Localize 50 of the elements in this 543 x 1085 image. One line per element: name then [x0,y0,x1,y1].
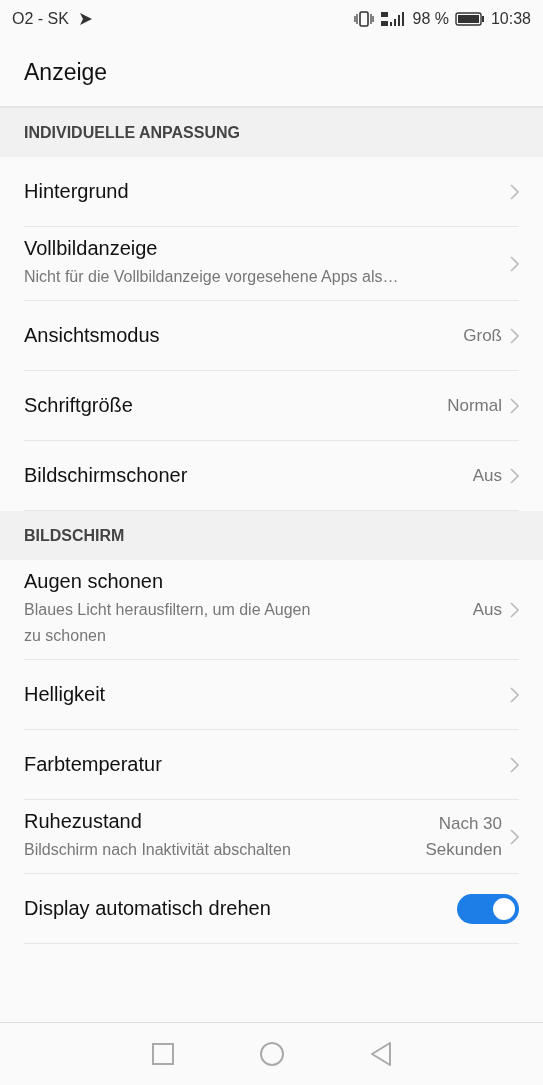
vibrate-icon [354,11,375,27]
recent-apps-icon[interactable] [151,1043,174,1065]
battery-percent: 98 % [412,10,449,28]
item-description: Blaues Licht herausfiltern, um die Augen zu schonen [24,600,312,646]
clock: 10:38 [490,10,531,28]
section-header: INDIVIDUELLE ANPASSUNG [0,108,543,157]
settings-item[interactable]: Display automatisch drehen [24,874,519,944]
item-description: Nicht für die Vollbildanzeige vorgesehene Apps als… [24,267,400,287]
toggle-switch[interactable] [457,893,519,924]
item-title: Helligkeit [24,683,107,706]
chevron-icon [510,327,519,344]
home-icon[interactable] [259,1042,284,1066]
chevron-icon [510,686,519,703]
item-title: Bildschirmschoner [24,464,189,487]
chevron-icon [510,601,519,618]
chevron-icon [510,255,519,272]
item-title: Ansichtsmodus [24,324,161,347]
item-value: Nach 30 Sekunden [424,812,502,861]
chevron-icon [510,467,519,484]
chevron-icon [510,397,519,414]
section-header: BILDSCHIRM [0,511,543,560]
item-title: Hintergrund [24,180,130,203]
item-value: Aus [472,598,502,621]
battery-icon [454,12,485,26]
item-value: Aus [472,464,502,487]
notification-icon [78,12,93,26]
settings-item[interactable]: Schriftgröße Normal [24,371,519,441]
item-title: Display automatisch drehen [24,897,272,920]
item-title: Farbtemperatur [24,753,163,776]
settings-item[interactable]: Ansichtsmodus Groß [24,301,519,371]
chevron-icon [510,756,519,773]
settings-item[interactable]: Vollbildanzeige Nicht für die Vollbildanzeige vorgesehene Apps als… [24,227,519,301]
page-title: Anzeige [24,58,108,86]
settings-item[interactable]: Farbtemperatur [24,730,519,800]
settings-item[interactable]: Hintergrund [24,157,519,227]
item-description: Bildschirm nach Inaktivität abschalten [24,840,292,860]
carrier-name: O2 - SK [12,10,69,28]
item-value: Normal [447,394,502,417]
item-title: Schriftgröße [24,394,134,417]
chevron-icon [510,828,519,845]
signal-icon [380,11,407,27]
settings-item[interactable]: Augen schonen Blaues Licht herausfiltern, um die Augen zu schonen Aus [24,560,519,660]
settings-item[interactable]: Helligkeit [24,660,519,730]
item-title: Ruhezustand [24,810,143,833]
chevron-icon [510,183,519,200]
back-icon[interactable] [369,1042,392,1066]
settings-item[interactable]: Ruhezustand Bildschirm nach Inaktivität abschalten Nach 30 Sekunden [24,800,519,874]
item-title: Vollbildanzeige [24,237,159,260]
item-value: Groß [463,324,502,347]
item-title: Augen schonen [24,570,164,593]
